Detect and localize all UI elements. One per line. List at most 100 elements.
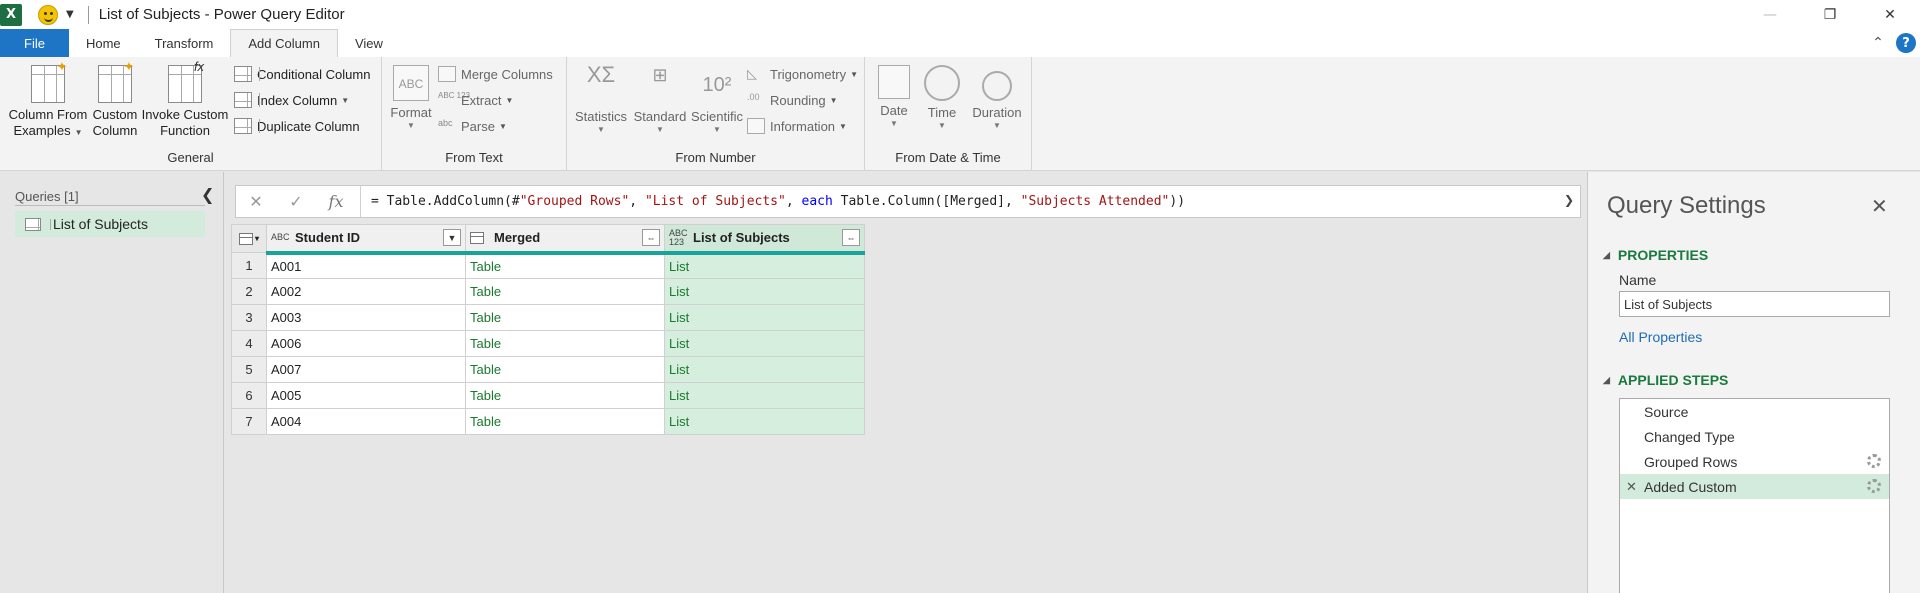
caret-icon: ▼ (498, 121, 507, 131)
merge-columns-button[interactable]: Merge Columns (438, 63, 553, 85)
duplicate-column-button[interactable]: Duplicate Column (234, 115, 360, 137)
restore-button[interactable]: ❐ (1800, 0, 1860, 29)
gear-icon[interactable] (1867, 454, 1881, 468)
format-button[interactable]: ABC Format ▼ (388, 65, 434, 131)
help-icon[interactable]: ? (1896, 33, 1916, 53)
close-window-button[interactable]: ✕ (1860, 0, 1920, 29)
gear-icon[interactable] (1867, 479, 1881, 493)
row-number[interactable]: 3 (231, 304, 267, 331)
column-from-examples-icon: ✦ (31, 60, 67, 103)
index-column-button[interactable]: Index Column ▼ (234, 89, 349, 111)
cell-student-id[interactable]: A007 (266, 356, 466, 383)
cell-merged[interactable]: Table (465, 304, 665, 331)
cell-student-id[interactable]: A004 (266, 408, 466, 435)
expand-list-icon[interactable]: ⇔ (842, 229, 860, 246)
cell-list[interactable]: List (664, 408, 865, 435)
cell-list[interactable]: List (664, 356, 865, 383)
all-properties-link[interactable]: All Properties (1619, 329, 1702, 345)
step-grouped-rows[interactable]: Grouped Rows (1620, 449, 1889, 474)
grid-corner-menu[interactable]: ▾ (231, 224, 267, 253)
cell-merged[interactable]: Table (465, 382, 665, 409)
extract-button[interactable]: ABC 123 Extract ▼ (438, 89, 513, 111)
cell-list[interactable]: List (664, 278, 865, 305)
row-number[interactable]: 5 (231, 356, 267, 383)
duration-button[interactable]: Duration ▼ (967, 65, 1027, 131)
cell-merged[interactable]: Table (465, 252, 665, 279)
format-icon: ABC (393, 65, 429, 101)
date-button[interactable]: Date ▼ (871, 65, 917, 129)
standard-icon: ⊞ (652, 65, 668, 85)
tab-view[interactable]: View (338, 29, 400, 57)
cell-merged[interactable]: Table (465, 330, 665, 357)
cell-list[interactable]: List (664, 252, 865, 279)
column-header-student-id[interactable]: ABC Student ID ▼ (266, 224, 466, 255)
step-source[interactable]: Source (1620, 399, 1889, 424)
scientific-icon: 10² (702, 74, 732, 96)
cell-student-id[interactable]: A001 (266, 252, 466, 279)
step-added-custom[interactable]: ✕ Added Custom (1620, 474, 1889, 499)
tab-home[interactable]: Home (69, 29, 138, 57)
row-number[interactable]: 2 (231, 278, 267, 305)
tab-file[interactable]: File (0, 29, 69, 57)
standard-button[interactable]: ⊞ Standard ▼ (631, 65, 689, 135)
query-item-list-of-subjects[interactable]: List of Subjects (15, 211, 205, 237)
smiley-feedback-icon[interactable] (38, 4, 58, 25)
cell-student-id[interactable]: A005 (266, 382, 466, 409)
column-header-list-of-subjects[interactable]: ABC 123 List of Subjects ⇔ (664, 224, 865, 255)
cell-merged[interactable]: Table (465, 356, 665, 383)
cancel-formula-icon[interactable]: ✕ (236, 186, 276, 217)
quick-access-dropdown-icon[interactable]: ▼ (66, 9, 74, 20)
expand-column-icon[interactable]: ⇔ (642, 229, 660, 246)
label: Trigonometry (770, 66, 847, 82)
cell-student-id[interactable]: A003 (266, 304, 466, 331)
calendar-icon (878, 65, 910, 99)
label: Standard (633, 109, 687, 124)
cell-list[interactable]: List (664, 382, 865, 409)
table-row: 5 A007 Table List (231, 356, 865, 383)
minimize-button[interactable]: — (1740, 0, 1800, 29)
row-number[interactable]: 7 (231, 408, 267, 435)
scientific-button[interactable]: 10² Scientific ▼ (689, 65, 745, 135)
column-header-merged[interactable]: Merged ⇔ (465, 224, 665, 255)
rounding-button[interactable]: .00 Rounding ▼ (747, 89, 838, 111)
trigonometry-button[interactable]: ◺ Trigonometry ▼ (747, 63, 858, 85)
properties-header[interactable]: ◢ PROPERTIES (1603, 247, 1708, 263)
conditional-column-button[interactable]: Conditional Column (234, 63, 370, 85)
tab-add-column[interactable]: Add Column (230, 29, 338, 57)
table-type-icon[interactable] (470, 231, 484, 244)
row-number[interactable]: 1 (231, 252, 267, 279)
cell-student-id[interactable]: A002 (266, 278, 466, 305)
filter-dropdown-icon[interactable]: ▼ (443, 229, 461, 246)
text-type-icon[interactable]: ABC (271, 233, 290, 242)
time-button[interactable]: Time ▼ (919, 65, 965, 131)
cell-student-id[interactable]: A006 (266, 330, 466, 357)
cell-list[interactable]: List (664, 330, 865, 357)
fx-icon[interactable]: fx (316, 186, 356, 217)
tab-transform[interactable]: Transform (138, 29, 231, 57)
custom-column-button[interactable]: ✦ Custom Column (90, 60, 140, 139)
any-type-icon[interactable]: ABC 123 (669, 228, 688, 247)
row-number[interactable]: 6 (231, 382, 267, 409)
label: Column (92, 123, 138, 138)
statistics-button[interactable]: XΣ Statistics ▼ (573, 64, 629, 135)
confirm-formula-icon[interactable]: ✓ (276, 186, 316, 217)
data-grid: ▾ ABC Student ID ▼ Merged ⇔ ABC 123 List o… (231, 224, 865, 435)
collapse-queries-icon[interactable]: ❮ (201, 185, 214, 204)
row-number[interactable]: 4 (231, 330, 267, 357)
formula-input[interactable]: = Table.AddColumn(#"Grouped Rows", "List… (371, 194, 1185, 209)
delete-step-icon[interactable]: ✕ (1626, 479, 1637, 495)
expand-formula-icon[interactable]: ❯ (1564, 193, 1574, 207)
invoke-custom-function-button[interactable]: fx Invoke Custom Function (140, 60, 230, 139)
information-button[interactable]: Information ▼ (747, 115, 847, 137)
query-name-input[interactable] (1619, 291, 1890, 317)
table-icon (25, 217, 41, 231)
column-from-examples-button[interactable]: ✦ Column From Examples ▼ (8, 60, 88, 141)
close-icon[interactable]: ✕ (1871, 194, 1888, 219)
collapse-ribbon-icon[interactable]: ⌃ (1866, 35, 1890, 51)
step-changed-type[interactable]: Changed Type (1620, 424, 1889, 449)
parse-button[interactable]: abc Parse ▼ (438, 115, 507, 137)
applied-steps-header[interactable]: ◢ APPLIED STEPS (1603, 372, 1728, 388)
cell-merged[interactable]: Table (465, 408, 665, 435)
cell-merged[interactable]: Table (465, 278, 665, 305)
cell-list[interactable]: List (664, 304, 865, 331)
